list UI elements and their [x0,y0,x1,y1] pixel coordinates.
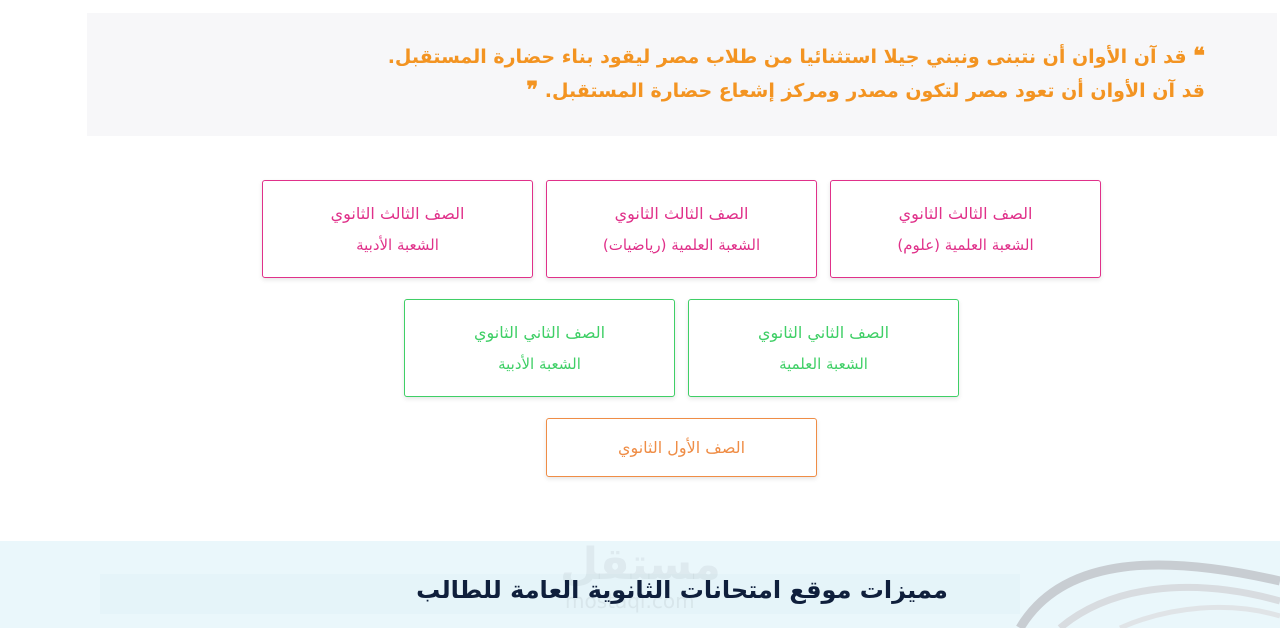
close-quote-icon: ❞ [526,77,539,103]
card-third-secondary-science[interactable]: الصف الثالث الثانوي الشعبة العلمية (علوم… [830,180,1101,278]
card-first-secondary[interactable]: الصف الأول الثانوي [546,418,817,477]
card-title: الصف الثالث الثانوي [330,203,465,223]
card-subtitle: الشعبة العلمية (علوم) [897,235,1034,254]
card-third-secondary-math[interactable]: الصف الثالث الثانوي الشعبة العلمية (رياض… [546,180,817,278]
card-title: الصف الثاني الثانوي [474,322,606,342]
card-second-secondary-science[interactable]: الصف الثاني الثانوي الشعبة العلمية [688,299,959,397]
quote-box: ❝ قد آن الأوان أن نتبنى ونبني جيلا استثن… [87,13,1277,136]
card-subtitle: الشعبة الأدبية [356,235,439,254]
card-second-secondary-literary[interactable]: الصف الثاني الثانوي الشعبة الأدبية [404,299,675,397]
quote-line-2: قد آن الأوان أن تعود مصر لتكون مصدر ومرك… [526,77,1205,103]
card-subtitle: الشعبة الأدبية [498,354,581,373]
features-heading: مميزات موقع امتحانات الثانوية العامة للط… [416,576,948,604]
open-quote-icon: ❝ [1193,43,1205,69]
card-subtitle: الشعبة العلمية [779,354,868,373]
card-third-secondary-literary[interactable]: الصف الثالث الثانوي الشعبة الأدبية [262,180,533,278]
card-title: الصف الثالث الثانوي [614,203,749,223]
card-title: الصف الثالث الثانوي [898,203,1033,223]
card-title: الصف الثاني الثانوي [758,322,890,342]
features-section: مستقل mostaql.com مميزات موقع امتحانات ا… [0,541,1280,628]
card-subtitle: الشعبة العلمية (رياضيات) [602,235,761,254]
quote-text-1: قد آن الأوان أن نتبنى ونبني جيلا استثنائ… [387,46,1187,68]
card-title: الصف الأول الثانوي [617,437,746,457]
quote-text-2: قد آن الأوان أن تعود مصر لتكون مصدر ومرك… [544,80,1205,102]
quote-line-1: ❝ قد آن الأوان أن نتبنى ونبني جيلا استثن… [388,43,1205,69]
